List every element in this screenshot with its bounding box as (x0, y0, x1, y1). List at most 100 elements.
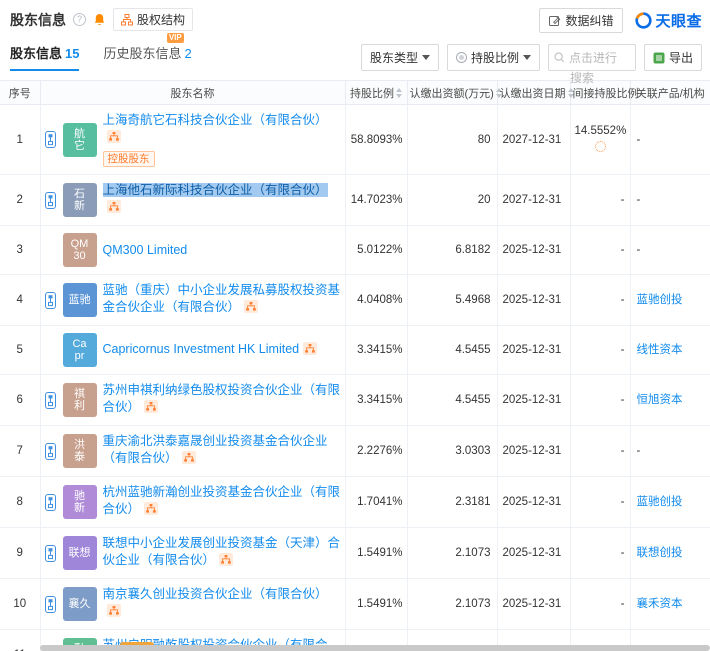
date-cell: 2025-12-31 (497, 226, 570, 275)
equity-structure-mini-icon[interactable] (303, 342, 317, 360)
shareholder-name-link[interactable]: Capricornus Investment HK Limited (103, 342, 300, 356)
shareholder-name-link[interactable]: 上海他石新际科技合伙企业（有限合伙） (103, 183, 328, 197)
related-product-link[interactable]: 联想创投 (637, 547, 683, 559)
penetration-graph-icon[interactable] (45, 392, 57, 409)
export-button[interactable]: 导出 (644, 44, 702, 71)
date-cell: 2025-12-31 (497, 275, 570, 326)
column-header-2[interactable]: 持股比例 (345, 81, 407, 105)
horizontal-scrollbar[interactable] (40, 645, 710, 651)
indirect-ratio-value: - (621, 194, 625, 206)
shareholder-name-link[interactable]: 重庆渝北洪泰嘉晟创业投资基金合伙企业（有限合伙） (103, 434, 328, 465)
shareholder-name-link[interactable]: 苏州申祺利纳绿色股权投资合伙企业（有限合伙） (103, 383, 341, 414)
column-header-4[interactable]: 认缴出资日期 (497, 81, 570, 105)
shareholder-avatar: 驰新 (63, 485, 97, 519)
amount-cell: 4.5455 (407, 375, 497, 426)
indirect-ratio-cell: - (570, 226, 630, 275)
related-product-link[interactable]: 蓝驰创投 (637, 294, 683, 306)
ratio-dropdown[interactable]: 持股比例 (447, 44, 540, 71)
tianyancha-logo[interactable]: 天眼查 (635, 10, 702, 31)
equity-structure-mini-icon[interactable] (244, 300, 258, 318)
shareholder-name-link[interactable]: 南京襄久创业投资合伙企业（有限合伙） (103, 587, 328, 601)
column-header-6: 关联产品/机构 (630, 81, 710, 105)
shareholder-name-cell: 洪泰重庆渝北洪泰嘉晟创业投资基金合伙企业（有限合伙） (40, 426, 345, 477)
penetration-graph-icon[interactable] (45, 443, 57, 460)
ratio-cell: 1.5491% (345, 579, 407, 630)
indirect-refresh-icon[interactable] (595, 141, 606, 152)
penetration-graph-icon[interactable] (45, 494, 57, 511)
table-row: 4蓝驰蓝驰（重庆）中小企业发展私募股权投资基金合伙企业（有限合伙）4.0408%… (0, 275, 710, 326)
amount-cell: 2.3181 (407, 477, 497, 528)
shareholder-avatar: Capr (63, 333, 97, 367)
ratio-circle-icon (456, 52, 467, 63)
penetration-graph-icon[interactable] (45, 596, 57, 613)
equity-structure-button[interactable]: 股权结构 (113, 8, 193, 31)
shareholder-name-link[interactable]: 蓝驰（重庆）中小企业发展私募股权投资基金合伙企业（有限合伙） (103, 283, 341, 314)
shareholder-avatar: QM30 (63, 233, 97, 267)
row-number: 10 (0, 579, 40, 630)
filter-bar: 股东类型 持股比例 点击进行 搜索 导出 (361, 44, 702, 71)
related-product-link[interactable]: 线性资本 (637, 344, 683, 356)
header-row: 序号股东名称持股比例认缴出资额(万元)认缴出资日期间接持股比例关联产品/机构 (0, 81, 710, 105)
ratio-cell: 1.5491% (345, 528, 407, 579)
table-header: 序号股东名称持股比例认缴出资额(万元)认缴出资日期间接持股比例关联产品/机构 (0, 81, 710, 105)
table-row: 2石新上海他石新际科技合伙企业（有限合伙）14.7023%202027-12-3… (0, 175, 710, 226)
date-cell: 2025-12-31 (497, 528, 570, 579)
row-number: 9 (0, 528, 40, 579)
indirect-ratio-cell: - (570, 326, 630, 375)
equity-structure-mini-icon[interactable] (107, 130, 121, 148)
equity-structure-mini-icon[interactable] (144, 400, 158, 418)
penetration-graph-icon[interactable] (45, 545, 57, 562)
date-cell: 2025-12-31 (497, 326, 570, 375)
search-input[interactable]: 点击进行 搜索 (548, 44, 636, 71)
related-product-value: - (637, 445, 641, 457)
row-number: 6 (0, 375, 40, 426)
ratio-cell: 58.8093% (345, 105, 407, 175)
penetration-graph-icon[interactable] (45, 131, 57, 148)
indirect-ratio-cell: 14.5552% (570, 105, 630, 175)
shareholder-table: 序号股东名称持股比例认缴出资额(万元)认缴出资日期间接持股比例关联产品/机构 1… (0, 80, 710, 651)
equity-structure-mini-icon[interactable] (219, 553, 233, 571)
table-row: 5CaprCapricornus Investment HK Limited3.… (0, 326, 710, 375)
table-row: 3QM30QM300 Limited5.0122%6.81822025-12-3… (0, 226, 710, 275)
help-icon[interactable]: ? (73, 13, 86, 26)
related-product-link[interactable]: 蓝驰创投 (637, 496, 683, 508)
equity-structure-mini-icon[interactable] (107, 200, 121, 218)
date-cell: 2025-12-31 (497, 477, 570, 528)
shareholder-avatar: 祺利 (63, 383, 97, 417)
indirect-ratio-value: - (621, 244, 625, 256)
related-product-cell: 蓝驰创投 (630, 477, 710, 528)
date-cell: 2025-12-31 (497, 426, 570, 477)
shareholder-type-dropdown[interactable]: 股东类型 (361, 44, 439, 71)
indirect-ratio-value: 14.5552% (575, 125, 627, 137)
tab-history-shareholders[interactable]: VIP 历史股东信息2 (103, 37, 191, 71)
equity-structure-mini-icon[interactable] (144, 502, 158, 520)
page-title: 股东信息 (10, 10, 66, 30)
column-header-3[interactable]: 认缴出资额(万元) (407, 81, 497, 105)
table-row: 6祺利苏州申祺利纳绿色股权投资合伙企业（有限合伙）3.3415%4.545520… (0, 375, 710, 426)
ratio-cell: 3.3415% (345, 326, 407, 375)
related-product-cell: - (630, 226, 710, 275)
penetration-graph-icon[interactable] (45, 292, 57, 309)
ratio-cell: 1.7041% (345, 477, 407, 528)
related-product-link[interactable]: 襄禾资本 (637, 598, 683, 610)
shareholder-name-link[interactable]: QM300 Limited (103, 243, 188, 257)
data-correction-button[interactable]: 数据纠错 (539, 8, 623, 33)
related-product-value: - (637, 134, 641, 146)
equity-structure-mini-icon[interactable] (107, 604, 121, 622)
table-row: 8驰新杭州蓝驰新瀚创业投资基金合伙企业（有限合伙）1.7041%2.318120… (0, 477, 710, 528)
bell-icon[interactable] (93, 13, 106, 27)
amount-cell: 6.8182 (407, 226, 497, 275)
penetration-graph-icon[interactable] (45, 192, 57, 209)
related-product-link[interactable]: 恒旭资本 (637, 394, 683, 406)
related-product-cell: 联想创投 (630, 528, 710, 579)
shareholder-name-cell: 祺利苏州申祺利纳绿色股权投资合伙企业（有限合伙） (40, 375, 345, 426)
shareholder-name-link[interactable]: 上海奇航它石科技合伙企业（有限合伙） (103, 113, 328, 127)
equity-structure-mini-icon[interactable] (182, 451, 196, 469)
table-row: 9联想联想中小企业发展创业投资基金（天津）合伙企业（有限合伙）1.5491%2.… (0, 528, 710, 579)
indirect-ratio-value: - (621, 547, 625, 559)
shareholder-name-link[interactable]: 杭州蓝驰新瀚创业投资基金合伙企业（有限合伙） (103, 485, 341, 516)
row-number: 3 (0, 226, 40, 275)
export-icon (653, 52, 665, 64)
amount-cell: 5.4968 (407, 275, 497, 326)
tab-shareholders[interactable]: 股东信息15 (10, 37, 79, 71)
